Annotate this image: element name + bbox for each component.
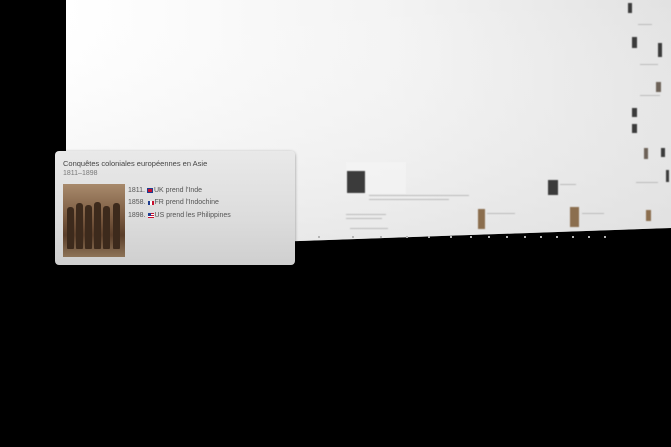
event-text: US prend les Philippines xyxy=(154,211,231,219)
event-year: 1858. xyxy=(128,199,146,207)
event-year: 1811. xyxy=(128,186,145,194)
card-title: Conquêtes coloniales européennes en Asie xyxy=(63,159,208,168)
us-flag-icon xyxy=(147,213,154,218)
far-column xyxy=(626,0,671,228)
event-year: 1898. xyxy=(128,211,146,219)
event-item[interactable]: 1898. US prend les Philippines xyxy=(128,209,231,222)
far-thumbnail xyxy=(478,209,485,229)
far-card[interactable] xyxy=(568,205,608,229)
far-card[interactable] xyxy=(347,193,472,205)
card-date-range: 1811–1898 xyxy=(63,170,98,177)
far-card[interactable] xyxy=(346,162,406,194)
far-thumbnail xyxy=(548,180,558,195)
timeline-event-card[interactable]: Conquêtes coloniales européennes en Asie… xyxy=(55,151,295,265)
far-card[interactable] xyxy=(478,205,518,231)
timeline-ruler xyxy=(300,236,670,240)
far-card[interactable] xyxy=(546,174,578,200)
far-thumbnail xyxy=(570,207,579,227)
event-item[interactable]: 1858. FR prend l'Indochine xyxy=(128,197,231,210)
fr-flag-icon xyxy=(147,200,154,205)
card-photo[interactable] xyxy=(63,184,125,257)
event-text: UK prend l'Inde xyxy=(154,186,203,194)
event-item[interactable]: 1811. UK prend l'Inde xyxy=(128,184,231,197)
event-text: FR prend l'Indochine xyxy=(154,199,219,207)
card-event-list: 1811. UK prend l'Inde 1858. FR prend l'I… xyxy=(128,184,231,222)
uk-flag-icon xyxy=(147,188,153,193)
far-thumbnail xyxy=(347,171,365,193)
far-card[interactable] xyxy=(346,212,391,234)
